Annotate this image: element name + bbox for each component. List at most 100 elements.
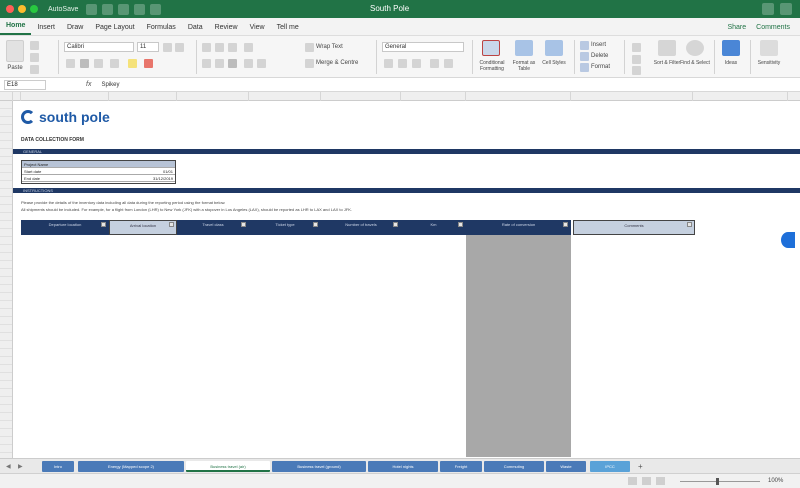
formula-input[interactable]: Spikey: [101, 82, 119, 88]
align-left-icon[interactable]: [202, 59, 211, 68]
row-header[interactable]: [0, 253, 12, 261]
find-select-icon[interactable]: [686, 40, 704, 56]
search-icon[interactable]: [762, 3, 774, 15]
clear-icon[interactable]: [632, 66, 641, 75]
comments-button[interactable]: Comments: [756, 24, 790, 31]
header-comments[interactable]: Comments: [573, 220, 695, 235]
print-icon[interactable]: [118, 3, 130, 15]
row-header[interactable]: [0, 221, 12, 229]
tab-home[interactable]: Home: [0, 19, 32, 35]
bold-icon[interactable]: [66, 59, 75, 68]
ideas-icon[interactable]: [722, 40, 740, 56]
header-number-of-travels[interactable]: Number of travels: [321, 220, 401, 235]
page-layout-view-icon[interactable]: [642, 477, 651, 485]
minimize-window-button[interactable]: [18, 5, 26, 13]
share-button[interactable]: Share: [727, 24, 746, 31]
row-header[interactable]: [0, 429, 12, 437]
home-icon[interactable]: [86, 3, 98, 15]
decrease-decimal-icon[interactable]: [444, 59, 453, 68]
account-icon[interactable]: [780, 3, 792, 15]
orientation-icon[interactable]: [244, 43, 253, 52]
format-cells-icon[interactable]: [580, 63, 589, 72]
delete-cells-button[interactable]: Delete: [591, 53, 608, 59]
page-break-view-icon[interactable]: [656, 477, 665, 485]
header-ticket-type[interactable]: Ticket type: [249, 220, 321, 235]
header-departure[interactable]: Departure location: [21, 220, 109, 235]
row-header[interactable]: [0, 277, 12, 285]
column-header[interactable]: [177, 92, 249, 101]
format-cells-button[interactable]: Format: [591, 64, 610, 70]
filter-dropdown-icon[interactable]: [241, 222, 246, 227]
number-format-dropdown[interactable]: General: [382, 42, 464, 52]
cell-styles-button[interactable]: Cell Styles: [540, 60, 568, 66]
tab-insert[interactable]: Insert: [31, 21, 61, 35]
fx-icon[interactable]: fx: [86, 81, 91, 88]
fill-icon[interactable]: [632, 55, 641, 64]
zoom-slider-thumb[interactable]: [716, 478, 719, 485]
filter-dropdown-icon[interactable]: [563, 222, 568, 227]
row-header[interactable]: [0, 405, 12, 413]
conditional-formatting-icon[interactable]: [482, 40, 500, 56]
sheet-tab-freight[interactable]: Freight: [440, 461, 482, 472]
column-header[interactable]: [401, 92, 466, 101]
column-header[interactable]: [13, 92, 21, 101]
row-header[interactable]: [0, 197, 12, 205]
tab-tell-me[interactable]: Tell me: [271, 21, 305, 35]
row-header[interactable]: [0, 317, 12, 325]
sensitivity-button[interactable]: Sensitivity: [752, 60, 786, 66]
row-header[interactable]: [0, 109, 12, 117]
increase-decimal-icon[interactable]: [430, 59, 439, 68]
increase-font-icon[interactable]: [163, 43, 172, 52]
prev-sheet-icon[interactable]: ◀: [6, 463, 11, 470]
row-header[interactable]: [0, 301, 12, 309]
italic-icon[interactable]: [80, 59, 89, 68]
row-header[interactable]: [0, 341, 12, 349]
info-row[interactable]: Start date 01/01: [22, 168, 175, 175]
sheet-tab-energy[interactable]: Energy (Mapped scope 2): [78, 461, 184, 472]
column-header[interactable]: [21, 92, 109, 101]
column-header[interactable]: [693, 92, 788, 101]
worksheet[interactable]: south pole DATA COLLECTION FORM GENERAL …: [13, 101, 800, 458]
comma-style-icon[interactable]: [412, 59, 421, 68]
cell-styles-icon[interactable]: [545, 40, 563, 56]
row-header[interactable]: [0, 125, 12, 133]
tab-draw[interactable]: Draw: [61, 21, 89, 35]
wrap-text-icon[interactable]: [305, 43, 314, 52]
row-header[interactable]: [0, 325, 12, 333]
filter-dropdown-icon[interactable]: [313, 222, 318, 227]
header-km[interactable]: Km: [401, 220, 466, 235]
wrap-text-button[interactable]: Wrap Text: [316, 44, 343, 50]
autosave-toggle[interactable]: AutoSave: [48, 6, 78, 13]
row-header[interactable]: [0, 373, 12, 381]
row-header[interactable]: [0, 357, 12, 365]
row-header[interactable]: [0, 261, 12, 269]
row-header[interactable]: [0, 133, 12, 141]
row-header[interactable]: [0, 269, 12, 277]
filter-dropdown-icon[interactable]: [687, 222, 692, 227]
row-header[interactable]: [0, 229, 12, 237]
row-header[interactable]: [0, 237, 12, 245]
tab-review[interactable]: Review: [209, 21, 244, 35]
column-header[interactable]: [321, 92, 401, 101]
align-center-icon[interactable]: [215, 59, 224, 68]
filter-dropdown-icon[interactable]: [393, 222, 398, 227]
currency-icon[interactable]: [384, 59, 393, 68]
ideas-button[interactable]: Ideas: [718, 60, 744, 66]
row-header[interactable]: [0, 245, 12, 253]
row-header[interactable]: [0, 149, 12, 157]
side-panel-icon[interactable]: [781, 232, 795, 248]
borders-icon[interactable]: [110, 59, 119, 68]
header-arrival[interactable]: Arrival location: [109, 220, 177, 235]
sheet-tab-business-travel-air[interactable]: Business travel (air): [186, 461, 270, 472]
sheet-tab-hotel-nights[interactable]: Hotel nights: [368, 461, 438, 472]
row-header[interactable]: [0, 213, 12, 221]
sort-filter-icon[interactable]: [658, 40, 676, 56]
conditional-formatting-button[interactable]: Conditional Formatting: [474, 60, 510, 72]
filter-dropdown-icon[interactable]: [458, 222, 463, 227]
row-header[interactable]: [0, 189, 12, 197]
insert-cells-button[interactable]: Insert: [591, 42, 606, 48]
tab-formulas[interactable]: Formulas: [141, 21, 182, 35]
row-header[interactable]: [0, 181, 12, 189]
close-window-button[interactable]: [6, 5, 14, 13]
column-header[interactable]: [0, 92, 13, 101]
